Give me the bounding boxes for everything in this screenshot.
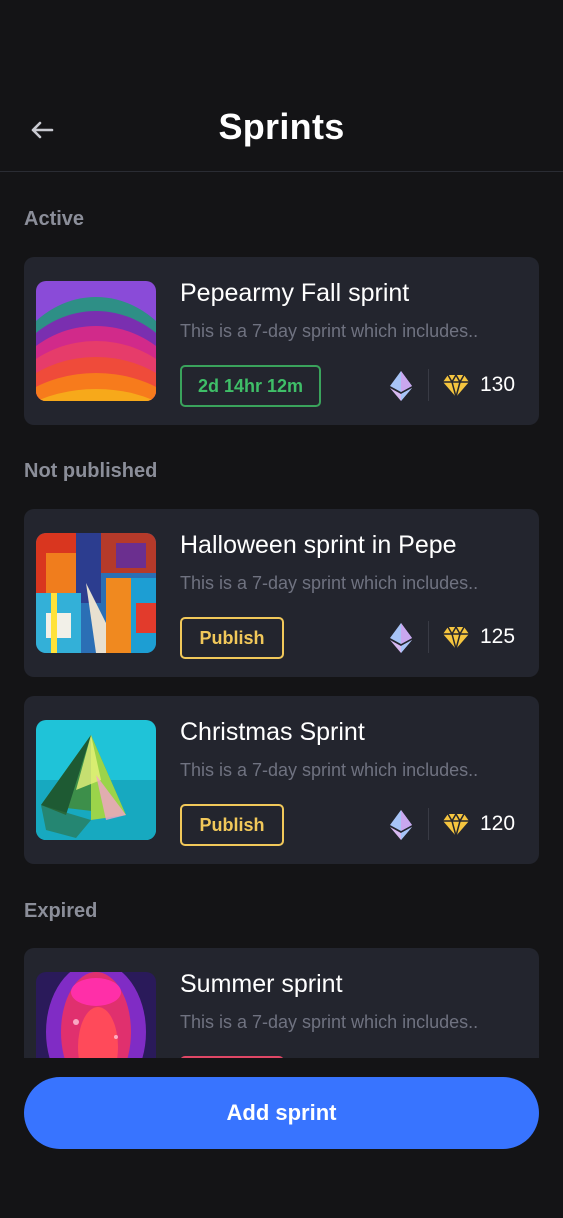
ethereum-icon — [390, 810, 412, 840]
ethereum-icon — [390, 623, 412, 653]
sprint-card[interactable]: Christmas Sprint This is a 7-day sprint … — [24, 696, 539, 864]
section-title-not-published: Not published — [24, 460, 158, 482]
sprint-thumbnail — [36, 281, 156, 401]
header: Sprints — [0, 88, 563, 172]
divider — [428, 621, 429, 653]
sprint-title: Summer sprint — [180, 970, 343, 998]
sprint-title: Halloween sprint in Pepe — [180, 531, 457, 559]
section-title-active: Active — [24, 208, 85, 230]
sprint-thumbnail — [36, 533, 156, 653]
sprint-description: This is a 7-day sprint which includes.. — [180, 760, 479, 780]
diamond-icon — [443, 626, 469, 650]
ethereum-icon — [390, 371, 412, 401]
sprint-thumbnail — [36, 720, 156, 840]
sprint-card[interactable]: Halloween sprint in Pepe This is a 7-day… — [24, 509, 539, 677]
diamond-icon — [443, 374, 469, 398]
diamond-icon — [443, 813, 469, 837]
sprint-title: Pepearmy Fall sprint — [180, 279, 410, 307]
reward-count: 120 — [480, 812, 516, 835]
divider — [428, 808, 429, 840]
sprint-description: This is a 7-day sprint which includes.. — [180, 1012, 479, 1032]
add-sprint-button[interactable]: Add sprint — [24, 1077, 539, 1149]
sprints-screen: Sprints Active Pepearmy Fall sprint This… — [0, 0, 563, 1218]
countdown-badge: 2d 14hr 12m — [180, 365, 321, 407]
expired-badge — [180, 1056, 284, 1058]
reward-count: 125 — [480, 625, 516, 648]
divider — [428, 369, 429, 401]
reward-count: 130 — [480, 373, 516, 396]
sprint-card[interactable]: Pepearmy Fall sprint This is a 7-day spr… — [24, 257, 539, 425]
sprint-title: Christmas Sprint — [180, 718, 365, 746]
page-title: Sprints — [218, 106, 345, 147]
sprint-thumbnail — [36, 972, 156, 1058]
publish-button[interactable]: Publish — [180, 617, 284, 659]
sprint-description: This is a 7-day sprint which includes.. — [180, 321, 479, 341]
publish-button[interactable]: Publish — [180, 804, 284, 846]
section-title-expired: Expired — [24, 900, 98, 922]
sprint-description: This is a 7-day sprint which includes.. — [180, 573, 479, 593]
sprint-card[interactable]: Summer sprint This is a 7-day sprint whi… — [24, 948, 539, 1058]
sprint-list[interactable]: Active Pepearmy Fall sprint This is a 7-… — [0, 173, 563, 1058]
